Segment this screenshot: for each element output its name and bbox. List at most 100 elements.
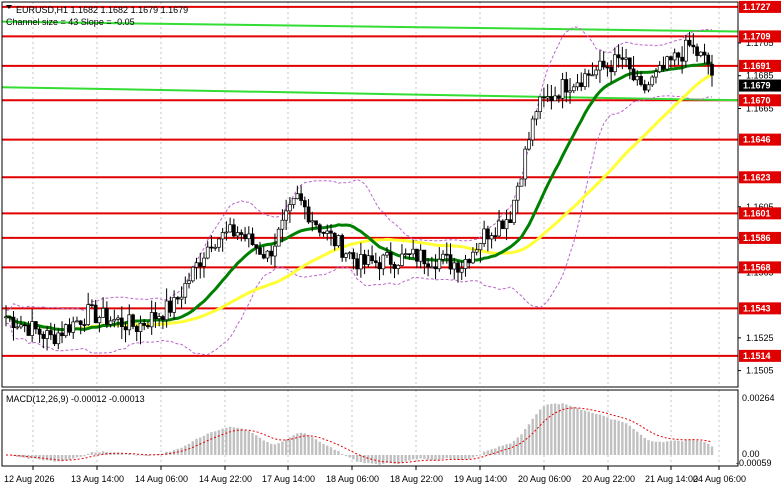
candle-body <box>646 84 651 91</box>
time-label: 21 Aug 14:00 <box>645 474 698 484</box>
candle-body <box>359 254 363 270</box>
candle-body <box>396 265 401 269</box>
candle-body <box>34 321 38 330</box>
macd-scale-bottom: -0.00059 <box>736 458 772 468</box>
candle-body <box>422 249 427 265</box>
price-tick-label: 1.1505 <box>746 366 774 376</box>
candle-body <box>37 328 42 335</box>
candle-body <box>48 330 53 336</box>
candle-body <box>497 220 501 237</box>
candle-body <box>515 185 520 201</box>
candle-body <box>538 96 543 113</box>
candle-body <box>175 297 180 300</box>
candle-body <box>93 304 98 324</box>
time-label: 18 Aug 06:00 <box>326 474 379 484</box>
time-label: 18 Aug 22:00 <box>390 474 443 484</box>
macd-scale-top: 0.00264 <box>742 393 775 403</box>
candle-body <box>63 324 68 337</box>
candle-body <box>56 332 61 345</box>
candle-body <box>232 224 236 237</box>
candle-body <box>179 296 184 300</box>
candle-body <box>239 232 244 235</box>
candle-body <box>190 266 195 282</box>
candle-body <box>295 193 300 200</box>
candle-body <box>586 73 591 76</box>
candle-body <box>400 253 404 266</box>
level-tag-label: 1.1623 <box>743 172 771 182</box>
level-tag-label: 1.1586 <box>743 233 771 243</box>
candle-body <box>564 79 569 93</box>
candle-body <box>284 210 289 221</box>
candle-body <box>609 67 613 73</box>
time-label: 24 Aug 06:00 <box>693 474 746 484</box>
candle-body <box>486 228 490 240</box>
candle-body <box>542 96 546 99</box>
candle-body <box>388 252 393 265</box>
macd-label: MACD(12,26,9) -0.00012 -0.00013 <box>6 394 145 404</box>
candle-body <box>467 259 472 264</box>
candle-body <box>571 86 576 92</box>
candle-body <box>291 198 296 205</box>
candle-body <box>213 246 218 249</box>
level-tag-label: 1.1543 <box>743 303 771 313</box>
candle-body <box>276 228 281 247</box>
candle-body <box>429 266 434 269</box>
candle-body <box>340 235 345 258</box>
candle-body <box>482 228 486 244</box>
candle-body <box>194 262 199 268</box>
candle-body <box>317 224 322 233</box>
candle-body <box>112 318 117 322</box>
candle-body <box>418 249 423 262</box>
candle-body <box>698 51 703 56</box>
candle-body <box>613 54 617 73</box>
candle-body <box>265 250 270 259</box>
candle-body <box>616 54 621 59</box>
candle-body <box>702 51 707 56</box>
candle-body <box>19 324 23 328</box>
candle-body <box>669 56 673 61</box>
candle-body <box>329 230 333 234</box>
candle-body <box>519 178 524 187</box>
candle-body <box>168 300 173 313</box>
candle-body <box>344 253 348 258</box>
candle-body <box>553 95 557 102</box>
candle-body <box>489 235 494 240</box>
candle-body <box>639 76 643 85</box>
candle-body <box>161 316 165 321</box>
candle-body <box>183 283 188 298</box>
candle-body <box>534 111 539 120</box>
candle-body <box>654 71 658 78</box>
candle-body <box>680 56 684 62</box>
candle-body <box>97 317 102 324</box>
candle-body <box>78 320 83 325</box>
candle-body <box>366 255 371 265</box>
candle-body <box>146 325 150 328</box>
candle-body <box>508 219 513 224</box>
candle-body <box>605 66 610 69</box>
candle-body <box>123 326 128 331</box>
candle-body <box>568 90 572 93</box>
candle-body <box>426 263 430 268</box>
candle-body <box>545 96 550 99</box>
candle-body <box>665 56 670 70</box>
candle-body <box>624 57 628 60</box>
time-label: 14 Aug 06:00 <box>135 474 188 484</box>
candle-body <box>590 74 595 77</box>
candle-body <box>500 220 505 230</box>
candle-body <box>631 68 636 81</box>
candle-body <box>7 316 12 319</box>
candle-body <box>243 234 247 240</box>
candle-body <box>108 320 113 325</box>
candle-body <box>706 54 711 65</box>
candle-body <box>280 219 285 230</box>
candle-body <box>134 326 139 332</box>
candle-body <box>392 264 397 269</box>
candle-body <box>347 252 352 255</box>
candle-body <box>579 82 584 87</box>
time-label: 17 Aug 14:00 <box>262 474 315 484</box>
candle-body <box>90 304 94 306</box>
candle-body <box>172 297 176 313</box>
candle-body <box>601 60 606 68</box>
time-label: 13 Aug 14:00 <box>71 474 124 484</box>
candle-body <box>504 219 509 230</box>
